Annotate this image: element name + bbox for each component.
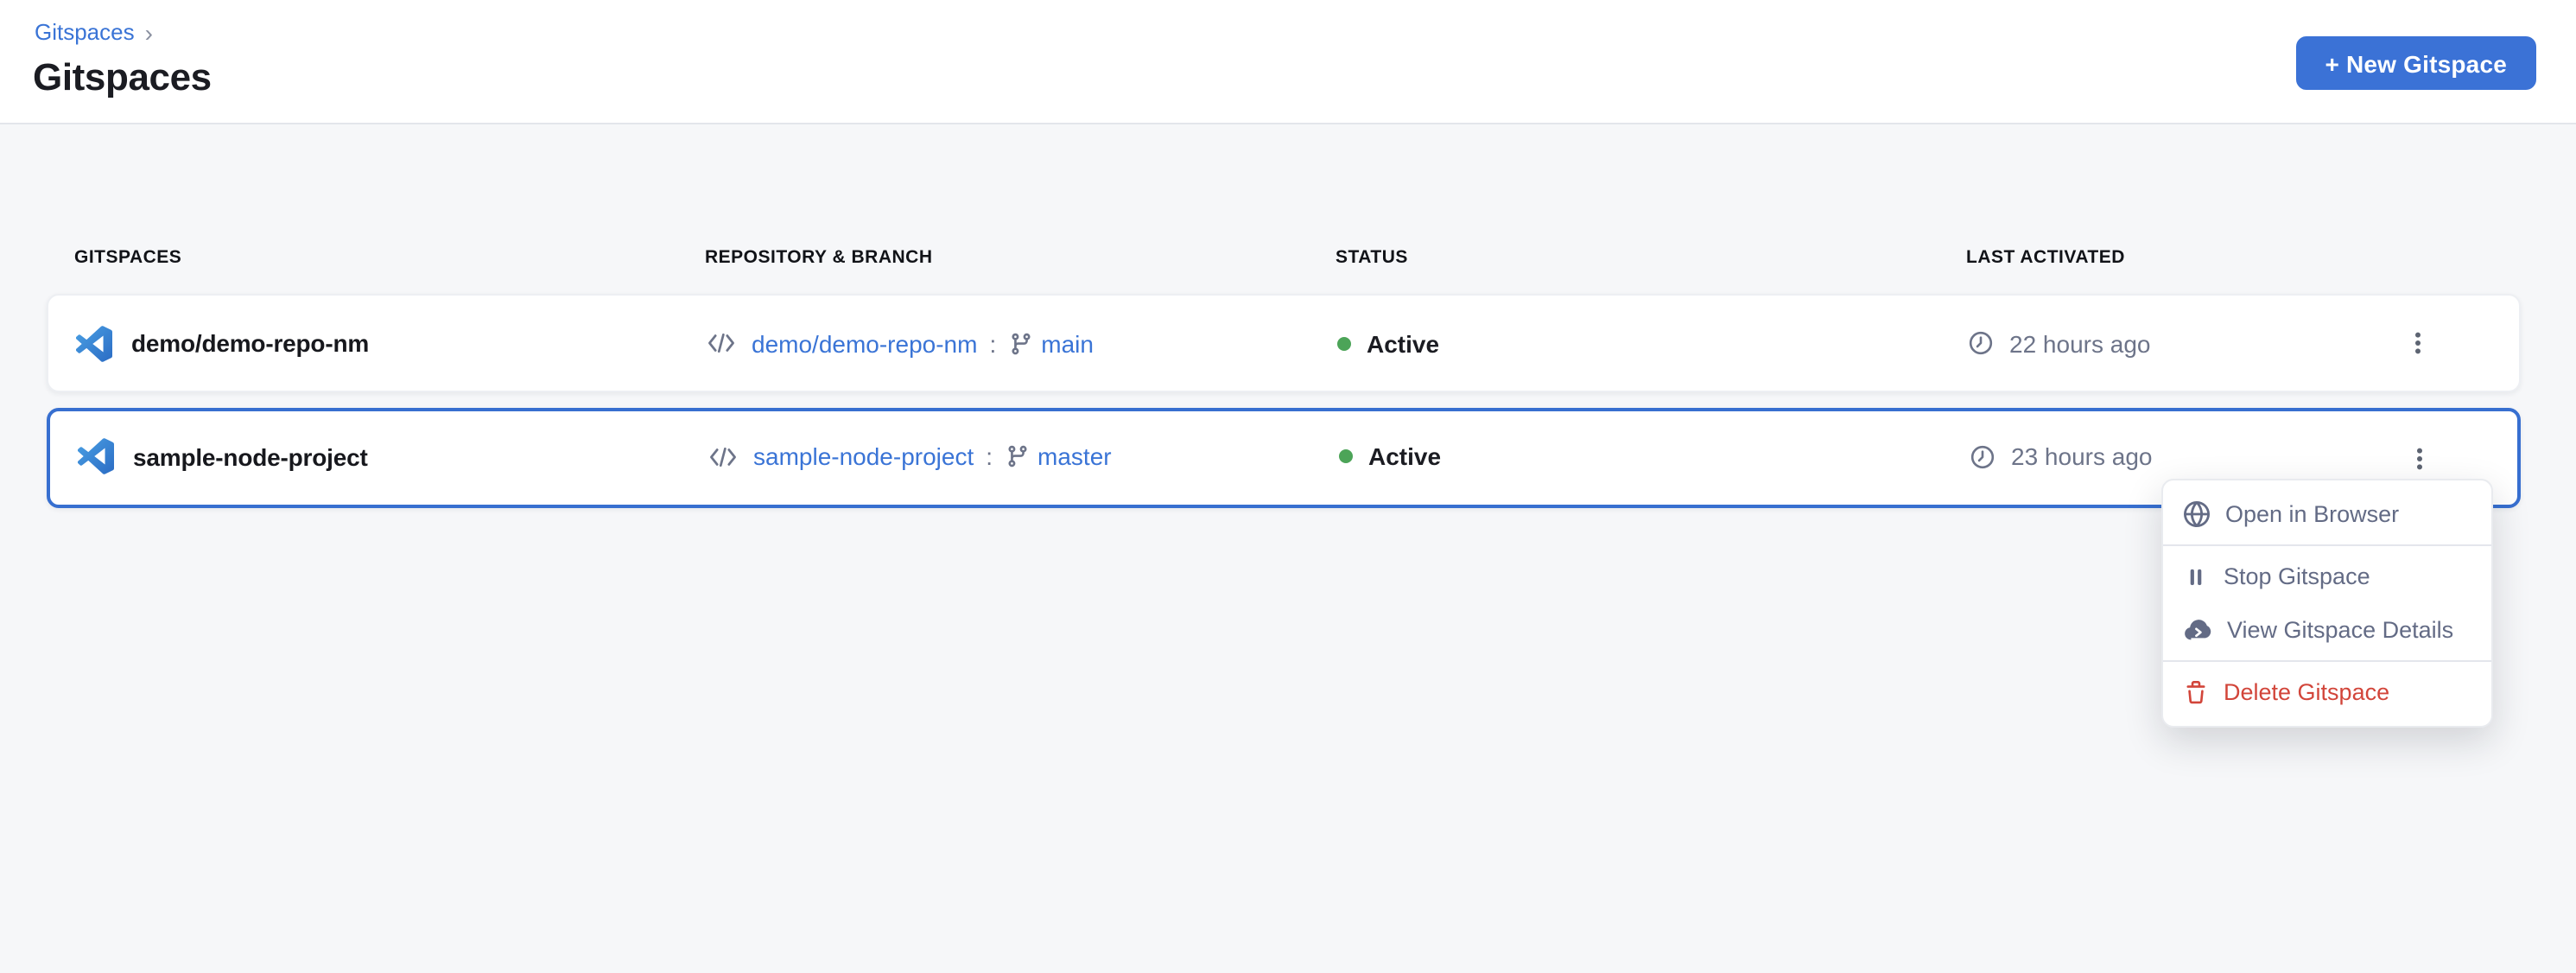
menu-item-delete-gitspace[interactable]: Delete Gitspace: [2163, 665, 2491, 719]
breadcrumb: Gitspaces ›: [35, 19, 153, 45]
status-active-dot-icon: [1339, 449, 1353, 463]
branch-link[interactable]: main: [1041, 329, 1094, 357]
clock-icon: [1968, 330, 1994, 356]
pause-icon: [2184, 564, 2208, 588]
status-cell: Active: [1339, 442, 1441, 470]
table-row-demo-demo-repo-nm[interactable]: demo/demo-repo-nm demo/demo-repo-nm : ma…: [47, 294, 2521, 392]
last-activated-cell: 23 hours ago: [1970, 442, 2152, 470]
row-actions-kebab-menu-icon[interactable]: [2395, 321, 2440, 366]
gitspace-name-cell: sample-node-project: [78, 438, 368, 474]
trash-icon: [2184, 680, 2208, 704]
column-header-repository-branch: REPOSITORY & BRANCH: [705, 247, 933, 268]
gitspaces-page: Gitspaces › Gitspaces + New Gitspace GIT…: [0, 0, 2576, 973]
cloud-icon: [2184, 616, 2211, 644]
gitspace-name-cell: demo/demo-repo-nm: [76, 325, 369, 361]
last-activated-cell: 22 hours ago: [1968, 329, 2150, 357]
breadcrumb-chevron-icon: ›: [145, 20, 153, 44]
repository-link[interactable]: demo/demo-repo-nm: [752, 329, 977, 357]
menu-item-view-gitspace-details[interactable]: View Gitspace Details: [2163, 603, 2491, 657]
repository-link[interactable]: sample-node-project: [753, 442, 974, 470]
menu-divider: [2163, 544, 2491, 546]
code-icon: [707, 332, 736, 354]
page-title: Gitspaces: [33, 55, 212, 100]
status-text: Active: [1367, 329, 1439, 357]
repository-branch-cell: demo/demo-repo-nm : main: [707, 329, 1094, 357]
menu-item-open-in-browser[interactable]: Open in Browser: [2163, 487, 2491, 541]
column-header-last-activated: LAST ACTIVATED: [1966, 247, 2125, 268]
row-actions-kebab-menu-icon[interactable]: [2396, 436, 2441, 480]
column-header-gitspaces: GITSPACES: [74, 247, 181, 268]
code-icon: [708, 445, 738, 467]
gitspace-name: demo/demo-repo-nm: [131, 329, 369, 357]
content-area: GITSPACES REPOSITORY & BRANCH STATUS LAS…: [0, 124, 2576, 973]
repo-branch-separator: :: [986, 442, 993, 470]
clock-icon: [1970, 443, 1995, 469]
gitspace-name: sample-node-project: [133, 442, 368, 470]
globe-icon: [2184, 501, 2210, 527]
git-branch-icon: [1008, 331, 1032, 355]
row-actions-context-menu: Open in Browser Stop Gitspace: [2161, 479, 2493, 728]
vscode-icon: [76, 325, 112, 361]
new-gitspace-button[interactable]: + New Gitspace: [2295, 36, 2536, 90]
page-header: Gitspaces › Gitspaces + New Gitspace: [0, 0, 2576, 124]
branch-link[interactable]: master: [1037, 442, 1112, 470]
repo-branch-separator: :: [989, 329, 996, 357]
column-header-status: STATUS: [1336, 247, 1408, 268]
table-row-sample-node-project[interactable]: sample-node-project sample-node-project …: [47, 408, 2521, 508]
menu-item-label: View Gitspace Details: [2227, 617, 2453, 643]
last-activated-text: 22 hours ago: [2009, 329, 2150, 357]
git-branch-icon: [1005, 444, 1029, 468]
last-activated-text: 23 hours ago: [2011, 442, 2152, 470]
menu-item-label: Open in Browser: [2225, 501, 2399, 527]
menu-item-label: Delete Gitspace: [2224, 679, 2389, 705]
status-cell: Active: [1337, 329, 1439, 357]
breadcrumb-link-gitspaces[interactable]: Gitspaces: [35, 19, 135, 45]
menu-divider: [2163, 660, 2491, 662]
menu-item-label: Stop Gitspace: [2224, 563, 2370, 589]
menu-item-stop-gitspace[interactable]: Stop Gitspace: [2163, 550, 2491, 603]
status-text: Active: [1368, 442, 1441, 470]
repository-branch-cell: sample-node-project : master: [708, 442, 1112, 470]
vscode-icon: [78, 438, 114, 474]
status-active-dot-icon: [1337, 336, 1351, 350]
